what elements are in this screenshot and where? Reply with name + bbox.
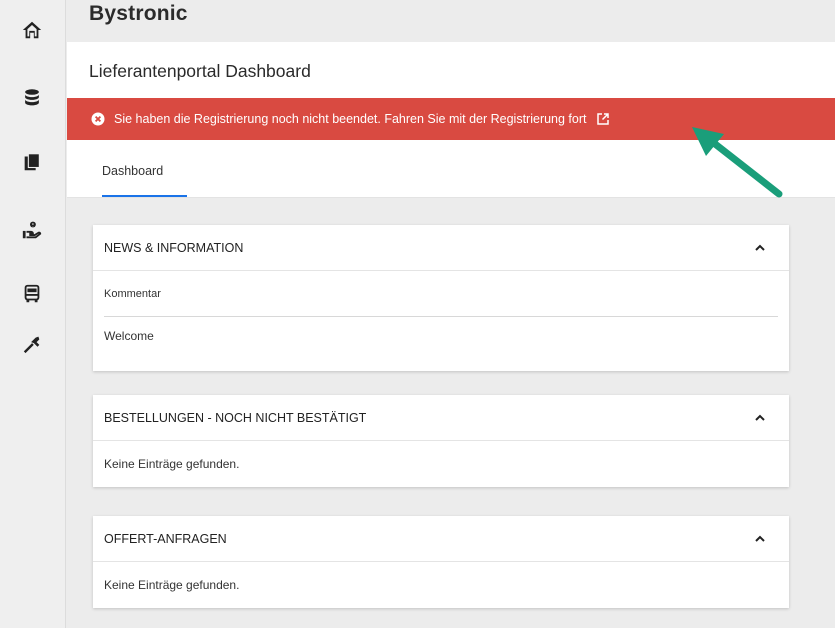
orders-card-title: BESTELLUNGEN - NOCH NICHT BESTÄTIGT	[104, 410, 367, 425]
orders-card: BESTELLUNGEN - NOCH NICHT BESTÄTIGT Kein…	[93, 395, 789, 487]
home-icon[interactable]	[20, 18, 44, 42]
documents-icon[interactable]	[20, 150, 44, 174]
news-item[interactable]: Welcome	[104, 317, 778, 355]
tab-dashboard[interactable]: Dashboard	[102, 164, 163, 178]
chevron-up-icon[interactable]	[753, 532, 767, 546]
tools-icon[interactable]	[20, 332, 44, 356]
sidebar	[0, 0, 66, 628]
empty-message: Keine Einträge gefunden.	[104, 578, 240, 592]
annotation-arrow-icon	[692, 127, 783, 198]
title-bar: Lieferantenportal Dashboard	[67, 42, 835, 98]
support-hand-icon[interactable]	[20, 218, 44, 242]
active-tab-indicator	[102, 195, 187, 197]
news-card-body: Kommentar Welcome	[93, 271, 789, 371]
database-icon[interactable]	[20, 86, 44, 110]
chevron-up-icon[interactable]	[753, 411, 767, 425]
orders-card-header[interactable]: BESTELLUNGEN - NOCH NICHT BESTÄTIGT	[93, 395, 789, 441]
quotes-card-title: OFFERT-ANFRAGEN	[104, 531, 227, 546]
page-title: Lieferantenportal Dashboard	[89, 61, 311, 81]
open-external-icon[interactable]	[596, 112, 610, 126]
news-item[interactable]: Kommentar	[104, 271, 778, 317]
orders-card-body: Keine Einträge gefunden.	[93, 441, 789, 487]
quotes-card-body: Keine Einträge gefunden.	[93, 562, 789, 608]
chevron-up-icon[interactable]	[753, 241, 767, 255]
news-card-title: NEWS & INFORMATION	[104, 240, 244, 255]
empty-message: Keine Einträge gefunden.	[104, 457, 240, 471]
quotes-card: OFFERT-ANFRAGEN Keine Einträge gefunden.	[93, 516, 789, 608]
news-card: NEWS & INFORMATION Kommentar Welcome	[93, 225, 789, 371]
quotes-card-header[interactable]: OFFERT-ANFRAGEN	[93, 516, 789, 562]
alert-message: Sie haben die Registrierung noch nicht b…	[114, 112, 587, 126]
bus-icon[interactable]	[20, 282, 44, 306]
error-circle-icon	[91, 112, 105, 126]
brand-logo: Bystronic	[89, 2, 188, 25]
news-card-header[interactable]: NEWS & INFORMATION	[93, 225, 789, 271]
